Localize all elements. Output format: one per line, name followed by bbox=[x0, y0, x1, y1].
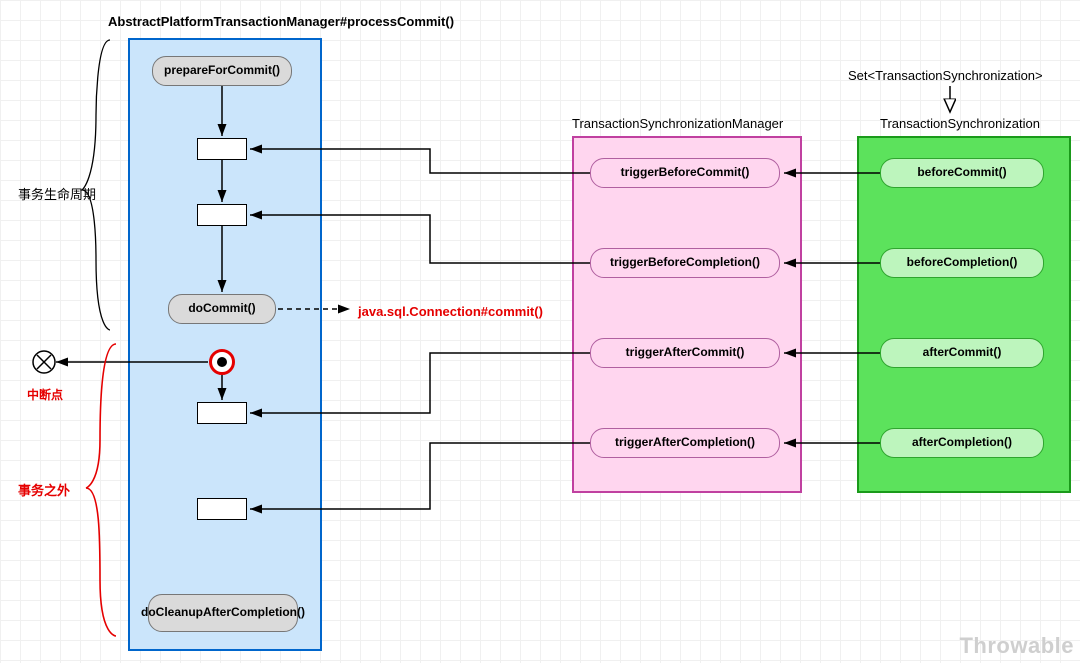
arrows-layer bbox=[0, 0, 1080, 663]
